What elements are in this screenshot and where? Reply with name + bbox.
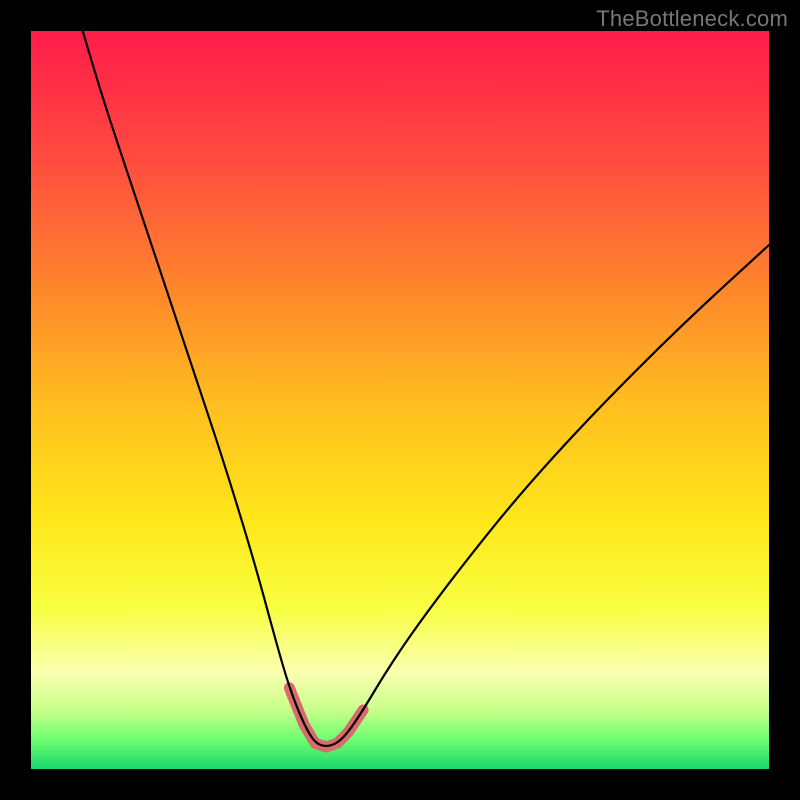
watermark-text: TheBottleneck.com	[596, 6, 788, 32]
bottleneck-curve	[83, 31, 769, 746]
chart-svg	[31, 31, 769, 769]
chart-frame: TheBottleneck.com	[0, 0, 800, 800]
